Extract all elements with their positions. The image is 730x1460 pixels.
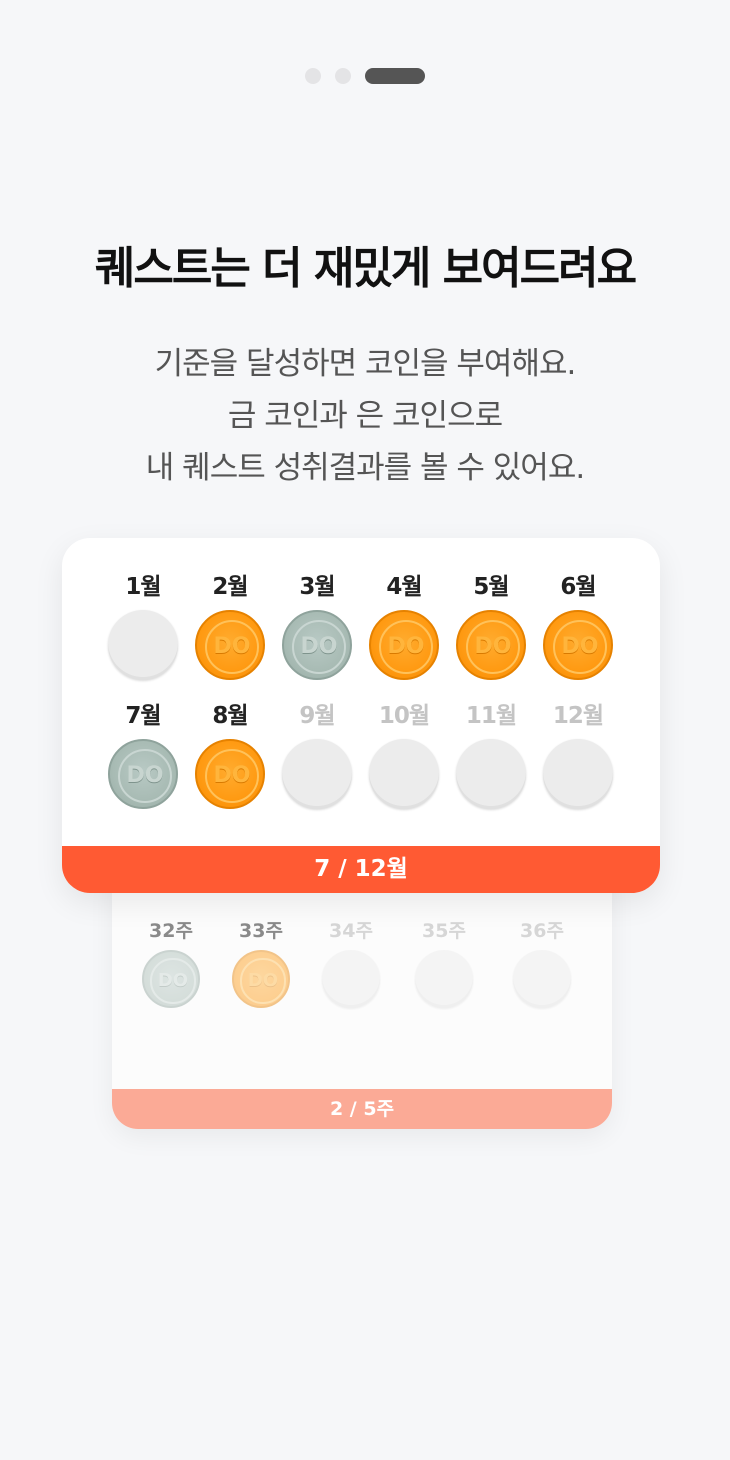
gold-coin-icon: DO bbox=[195, 739, 265, 809]
page-dot-2[interactable] bbox=[335, 68, 351, 84]
coin-label: DO bbox=[204, 619, 260, 675]
month-cell: 1월 bbox=[100, 572, 186, 680]
empty-coin-icon bbox=[322, 950, 380, 1008]
month-cell: 4월 DO bbox=[361, 572, 447, 680]
month-label: 3월 bbox=[299, 574, 335, 600]
description: 기준을 달성하면 코인을 부여해요. 금 코인과 은 코인으로 내 퀘스트 성취… bbox=[0, 338, 730, 494]
silver-coin-icon: DO bbox=[282, 610, 352, 680]
month-label: 2월 bbox=[212, 574, 248, 600]
month-cell: 6월 DO bbox=[535, 572, 621, 680]
empty-coin-icon bbox=[369, 739, 439, 809]
silver-coin-icon: DO bbox=[142, 950, 200, 1008]
monthly-progress-footer: 7 / 12월 bbox=[62, 846, 660, 893]
coin-label: DO bbox=[291, 619, 347, 675]
page-dot-1[interactable] bbox=[305, 68, 321, 84]
gold-coin-icon: DO bbox=[195, 610, 265, 680]
week-cell: 33주 DO bbox=[221, 918, 301, 1008]
empty-coin-icon bbox=[456, 739, 526, 809]
coin-label: DO bbox=[117, 748, 173, 804]
month-label: 9월 bbox=[299, 703, 335, 729]
month-label: 12월 bbox=[552, 703, 604, 729]
week-label: 35주 bbox=[422, 920, 466, 942]
month-cell: 12월 bbox=[535, 701, 621, 809]
week-label: 33주 bbox=[239, 920, 283, 942]
silver-coin-icon: DO bbox=[108, 739, 178, 809]
month-label: 5월 bbox=[473, 574, 509, 600]
month-label: 6월 bbox=[560, 574, 596, 600]
week-cell: 32주 DO bbox=[131, 918, 211, 1008]
month-cell: 10월 bbox=[361, 701, 447, 809]
month-cell: 7월 DO bbox=[100, 701, 186, 809]
description-line-3: 내 퀘스트 성취결과를 볼 수 있어요. bbox=[145, 450, 585, 486]
month-cell: 11월 bbox=[448, 701, 534, 809]
week-coin-row: 32주 DO 33주 DO 34주 35주 36주 bbox=[112, 918, 612, 1018]
month-label: 10월 bbox=[378, 703, 430, 729]
coin-label: DO bbox=[240, 958, 286, 1004]
month-cell: 3월 DO bbox=[274, 572, 360, 680]
monthly-quest-card: 1월 2월 DO 3월 DO 4월 DO 5월 DO 6월 DO 7월 DO 8월 DO 9월 10월 11월 12… bbox=[62, 538, 660, 893]
weekly-progress-footer: 2 / 5주 bbox=[112, 1089, 612, 1129]
month-label: 8월 bbox=[212, 703, 248, 729]
weekly-quest-card: 32주 DO 33주 DO 34주 35주 36주 2 / 5주 bbox=[112, 870, 612, 1129]
month-label: 7월 bbox=[125, 703, 161, 729]
coin-label: DO bbox=[465, 619, 521, 675]
coin-label: DO bbox=[378, 619, 434, 675]
gold-coin-icon: DO bbox=[232, 950, 290, 1008]
month-cell: 5월 DO bbox=[448, 572, 534, 680]
page-indicator bbox=[0, 68, 730, 84]
page-dot-active[interactable] bbox=[365, 68, 425, 84]
week-cell: 35주 bbox=[404, 918, 484, 1008]
month-label: 4월 bbox=[386, 574, 422, 600]
week-label: 36주 bbox=[520, 920, 564, 942]
week-label: 34주 bbox=[329, 920, 373, 942]
empty-coin-icon bbox=[543, 739, 613, 809]
empty-coin-icon bbox=[282, 739, 352, 809]
month-cell: 2월 DO bbox=[187, 572, 273, 680]
description-line-2: 금 코인과 은 코인으로 bbox=[227, 398, 503, 434]
month-label: 11월 bbox=[465, 703, 517, 729]
month-cell: 8월 DO bbox=[187, 701, 273, 809]
gold-coin-icon: DO bbox=[543, 610, 613, 680]
coin-label: DO bbox=[204, 748, 260, 804]
empty-coin-icon bbox=[415, 950, 473, 1008]
month-cell: 9월 bbox=[274, 701, 360, 809]
page-title: 퀘스트는 더 재밌게 보여드려요 bbox=[94, 243, 637, 294]
empty-coin-icon bbox=[108, 610, 178, 680]
empty-coin-icon bbox=[513, 950, 571, 1008]
week-cell: 36주 bbox=[502, 918, 582, 1008]
coin-label: DO bbox=[552, 619, 608, 675]
coin-label: DO bbox=[150, 958, 196, 1004]
description-line-1: 기준을 달성하면 코인을 부여해요. bbox=[154, 346, 577, 382]
gold-coin-icon: DO bbox=[456, 610, 526, 680]
week-cell: 34주 bbox=[311, 918, 391, 1008]
month-label: 1월 bbox=[125, 574, 161, 600]
week-label: 32주 bbox=[149, 920, 193, 942]
gold-coin-icon: DO bbox=[369, 610, 439, 680]
